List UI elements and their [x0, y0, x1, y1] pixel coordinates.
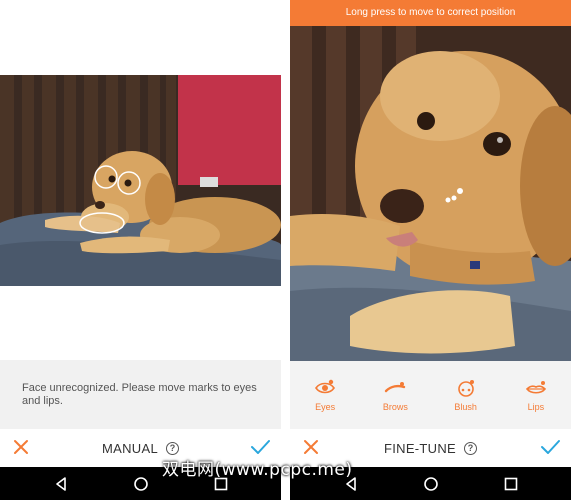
tool-blush[interactable]: Blush	[431, 361, 501, 429]
brow-icon	[385, 382, 406, 393]
hint-banner: Long press to move to correct position	[290, 0, 571, 26]
dog-photo-closeup	[290, 26, 571, 361]
tool-blush-label: Blush	[454, 402, 477, 412]
recents-icon[interactable]	[502, 475, 520, 493]
panel-divider	[281, 0, 290, 500]
face-status-message: Face unrecognized. Please move marks to …	[22, 382, 257, 407]
dog-photo-manual	[0, 75, 281, 286]
tool-lips-label: Lips	[527, 402, 545, 412]
back-icon[interactable]	[52, 475, 70, 493]
fine-tune-screen: Long press to move to correct position E…	[290, 0, 571, 500]
mode-title: FINE-TUNE	[383, 440, 457, 456]
manual-screen: Face unrecognized. Please move marks to …	[0, 0, 281, 500]
watermark-text: 双电网(www.pcpc.me)	[162, 460, 353, 480]
mode-title: MANUAL	[102, 440, 158, 456]
close-icon[interactable]	[11, 437, 31, 457]
tool-eyes-label: Eyes	[315, 402, 336, 412]
tool-brows[interactable]: Brows	[360, 361, 430, 429]
checkmark-icon[interactable]	[249, 437, 271, 457]
tool-eyes[interactable]: Eyes	[290, 361, 360, 429]
help-circle-icon[interactable]: ?	[165, 441, 179, 455]
checkmark-icon[interactable]	[539, 437, 561, 457]
blush-face-icon	[457, 380, 474, 397]
home-icon[interactable]	[132, 475, 150, 493]
close-icon[interactable]	[301, 437, 321, 457]
eye-icon	[315, 379, 336, 394]
tool-brows-label: Brows	[382, 402, 408, 412]
lips-icon	[525, 381, 546, 394]
status-panel: Face unrecognized. Please move marks to …	[0, 360, 281, 429]
tool-lips[interactable]: Lips	[501, 361, 571, 429]
home-icon[interactable]	[422, 475, 440, 493]
feature-toolbar: Eyes Brows Blush Lips	[290, 361, 571, 429]
help-circle-icon[interactable]: ?	[464, 441, 478, 455]
